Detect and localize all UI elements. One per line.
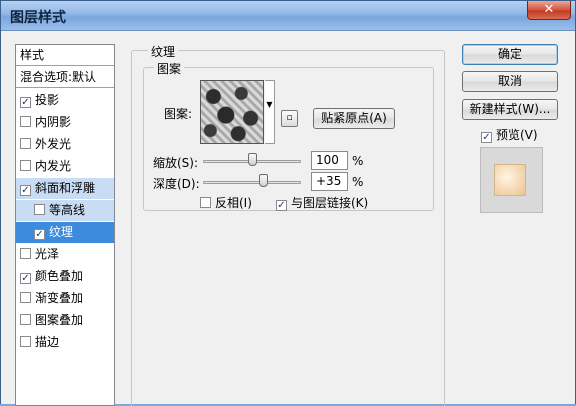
depth-slider-thumb[interactable]	[259, 174, 269, 187]
close-button[interactable]: ✕	[527, 1, 571, 20]
style-item-label: 颜色叠加	[35, 269, 84, 283]
style-item-label: 斜面和浮雕	[35, 181, 96, 195]
invert-checkbox[interactable]	[200, 197, 211, 208]
scale-slider-thumb[interactable]	[247, 153, 257, 166]
link-with-layer-checkbox[interactable]: ✓	[276, 200, 287, 211]
preview-checkbox[interactable]: ✓	[481, 132, 492, 143]
checkbox[interactable]	[34, 204, 45, 215]
style-item-pattern-overlay[interactable]: 图案叠加	[16, 310, 114, 331]
checkbox[interactable]	[20, 248, 31, 259]
style-item-label: 投影	[35, 93, 60, 107]
style-item-label: 纹理	[49, 225, 74, 239]
pattern-swatch[interactable]	[200, 80, 264, 144]
invert-option[interactable]: 反相(I)	[200, 194, 252, 211]
style-item-label: 外发光	[35, 137, 72, 151]
styles-header[interactable]: 样式	[16, 45, 114, 66]
checkbox[interactable]	[20, 292, 31, 303]
style-item-label: 渐变叠加	[35, 291, 84, 305]
checkbox[interactable]: ✓	[34, 229, 45, 240]
style-item-label: 描边	[35, 335, 60, 349]
style-item-gradient-overlay[interactable]: 渐变叠加	[16, 288, 114, 309]
depth-input[interactable]: +35	[311, 172, 348, 191]
preview-label: 预览(V)	[496, 128, 538, 142]
ok-button[interactable]: 确定	[462, 44, 558, 65]
new-style-button[interactable]: 新建样式(W)...	[462, 99, 558, 120]
checkbox[interactable]	[20, 160, 31, 171]
style-item-texture[interactable]: ✓ 纹理	[16, 222, 114, 243]
dialog-body: 样式 混合选项:默认 ✓ 投影 内阴影 外发光 内发光 ✓ 斜面和浮雕 等高线 ✓ 纹…	[1, 32, 575, 406]
scale-label: 缩放(S):	[153, 156, 199, 170]
checkbox[interactable]	[20, 314, 31, 325]
style-item-inner-glow[interactable]: 内发光	[16, 156, 114, 177]
style-preview	[480, 147, 543, 213]
style-item-color-overlay[interactable]: ✓ 颜色叠加	[16, 266, 114, 287]
style-item-label: 光泽	[35, 247, 60, 261]
depth-label: 深度(D):	[153, 177, 200, 191]
layer-style-dialog: 图层样式 ✕ 样式 混合选项:默认 ✓ 投影 内阴影 外发光 内发光 ✓ 斜面和浮雕	[0, 0, 576, 406]
texture-group: 纹理 图案 图案: ▼ ▫ 贴紧原点(A) 缩放(S): 100 % 深度(D)…	[131, 43, 445, 406]
checkbox[interactable]	[20, 116, 31, 127]
style-item-label: 内发光	[35, 159, 72, 173]
style-item-stroke[interactable]: 描边	[16, 332, 114, 353]
style-item-label: 等高线	[49, 203, 86, 217]
preview-option[interactable]: ✓ 预览(V)	[481, 126, 538, 143]
style-item-bevel-emboss[interactable]: ✓ 斜面和浮雕	[16, 178, 114, 199]
link-with-layer-option[interactable]: ✓ 与图层链接(K)	[276, 194, 368, 211]
style-item-drop-shadow[interactable]: ✓ 投影	[16, 90, 114, 111]
checkbox[interactable]: ✓	[20, 273, 31, 284]
snap-to-origin-button[interactable]: 贴紧原点(A)	[313, 108, 395, 129]
pattern-group: 图案 图案: ▼ ▫ 贴紧原点(A) 缩放(S): 100 % 深度(D): +…	[143, 60, 434, 211]
styles-list: 样式 混合选项:默认 ✓ 投影 内阴影 外发光 内发光 ✓ 斜面和浮雕 等高线 ✓ 纹…	[15, 44, 115, 406]
style-item-label: 内阴影	[35, 115, 72, 129]
cancel-button[interactable]: 取消	[462, 71, 558, 92]
depth-unit: %	[352, 175, 364, 189]
style-item-satin[interactable]: 光泽	[16, 244, 114, 265]
title-bar[interactable]: 图层样式 ✕	[1, 1, 575, 31]
scale-unit: %	[352, 154, 364, 168]
scale-input[interactable]: 100	[311, 151, 348, 170]
style-item-inner-shadow[interactable]: 内阴影	[16, 112, 114, 133]
checkbox[interactable]	[20, 336, 31, 347]
link-with-layer-label: 与图层链接(K)	[291, 196, 369, 210]
depth-slider[interactable]	[203, 181, 301, 184]
preview-thumbnail	[494, 164, 526, 196]
style-item-label: 图案叠加	[35, 313, 84, 327]
checkbox[interactable]: ✓	[20, 185, 31, 196]
style-item-outer-glow[interactable]: 外发光	[16, 134, 114, 155]
pattern-picker-arrow-icon[interactable]: ▼	[265, 80, 275, 144]
style-item-contour[interactable]: 等高线	[16, 200, 114, 221]
checkbox[interactable]	[20, 138, 31, 149]
checkbox[interactable]: ✓	[20, 97, 31, 108]
invert-label: 反相(I)	[215, 196, 252, 210]
pattern-group-title: 图案	[154, 60, 185, 77]
blend-options-item[interactable]: 混合选项:默认	[16, 67, 114, 88]
texture-group-title: 纹理	[148, 43, 179, 60]
window-title: 图层样式	[10, 10, 66, 26]
new-preset-icon[interactable]: ▫	[281, 110, 298, 127]
pattern-label: 图案:	[164, 107, 193, 121]
